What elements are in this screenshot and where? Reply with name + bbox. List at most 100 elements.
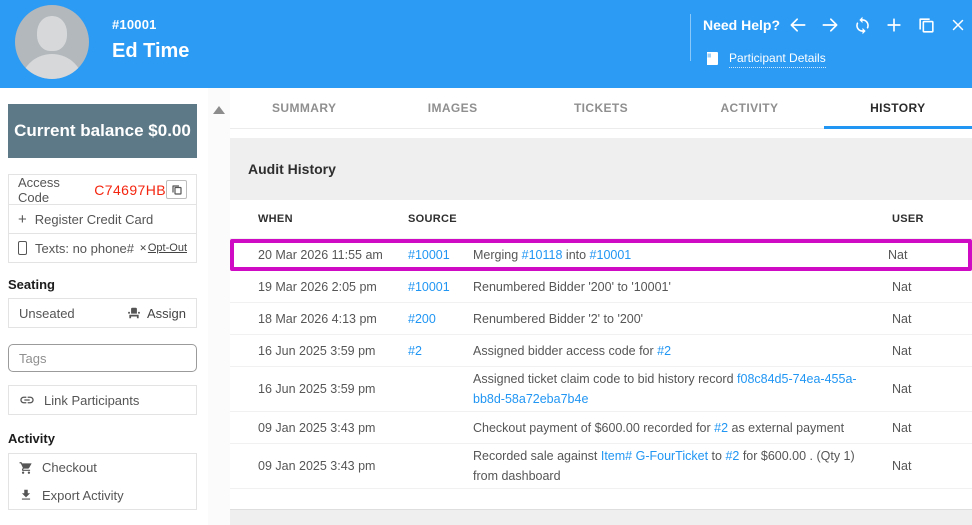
tab-label: ACTIVITY [720,101,778,115]
row-user: Nat [892,459,962,473]
current-balance-badge: Current balance $0.00 [8,104,197,158]
header-nav-icons [788,15,972,35]
download-icon [19,488,33,502]
tags-input[interactable] [8,344,197,372]
row-description: Recorded sale against Item# G-FourTicket… [473,446,892,486]
row-when: 09 Jan 2025 3:43 pm [258,421,408,435]
description-link[interactable]: Item# G-FourTicket [601,449,708,463]
add-icon[interactable] [884,15,904,35]
participant-number: #10001 [112,17,189,32]
avatar-head [37,16,67,51]
description-link[interactable]: #10118 [522,248,563,262]
access-code-value: C74697HB [94,182,166,198]
avatar-shoulders [20,54,84,79]
row-when: 19 Mar 2026 2:05 pm [258,280,408,294]
table-row: 09 Jan 2025 3:43 pm Checkout payment of … [230,412,972,444]
description-link[interactable]: #2 [657,344,671,358]
description-link[interactable]: #2 [714,421,728,435]
checkout-button[interactable]: Checkout [8,453,197,482]
assign-seat-button[interactable]: Assign [127,306,186,321]
source-link[interactable]: #10001 [408,280,450,294]
table-row: 18 Mar 2026 4:13 pm #200 Renumbered Bidd… [230,303,972,335]
scroll-up-arrow-icon[interactable] [213,106,225,114]
tab-label: IMAGES [428,101,478,115]
forward-arrow-icon[interactable] [820,15,840,35]
description-text: Merging [473,248,522,262]
tab-summary[interactable]: SUMMARY [230,88,378,128]
texts-row: Texts: no phone# ✕ Opt-Out [9,233,196,262]
sidebar-scrollbar[interactable] [208,88,230,525]
row-source: #10001 [408,248,473,262]
row-when: 09 Jan 2025 3:43 pm [258,459,408,473]
book-icon [706,52,718,68]
description-text: Renumbered Bidder '200' to '10001' [473,280,671,294]
source-link[interactable]: #200 [408,312,436,326]
register-credit-card-label: Register Credit Card [35,212,154,227]
tab-label: HISTORY [870,101,925,115]
row-user: Nat [892,312,962,326]
avatar [15,5,89,79]
col-header-when: WHEN [258,213,408,225]
tab-tickets[interactable]: TICKETS [527,88,675,128]
description-text: Renumbered Bidder '2' to '200' [473,312,643,326]
table-row: 19 Mar 2026 2:05 pm #10001 Renumbered Bi… [230,271,972,303]
description-text: Assigned ticket claim code to bid histor… [473,372,737,386]
description-link[interactable]: #10001 [590,248,632,262]
description-text: into [562,248,589,262]
export-activity-button[interactable]: Export Activity [8,481,197,510]
audit-history-table: WHEN SOURCE USER 20 Mar 2026 11:55 am #1… [230,200,972,510]
description-text: to [708,449,725,463]
row-description: Renumbered Bidder '200' to '10001' [473,277,892,297]
seat-icon [127,306,141,320]
seating-status: Unseated [19,306,75,321]
tab-bar: SUMMARY IMAGES TICKETS ACTIVITY HISTORY [230,88,972,129]
source-link[interactable]: #10001 [408,248,450,262]
row-when: 16 Jun 2025 3:59 pm [258,382,408,396]
page-title: Ed Time [112,40,189,63]
row-description: Merging #10118 into #10001 [473,245,888,265]
row-user: Nat [888,248,958,262]
row-when: 16 Jun 2025 3:59 pm [258,344,408,358]
link-participants-button[interactable]: Link Participants [8,385,197,415]
participant-details-link[interactable]: Participant Details [729,51,826,68]
tabs-card: SUMMARY IMAGES TICKETS ACTIVITY HISTORY [230,88,972,138]
back-arrow-icon[interactable] [788,15,808,35]
row-source: #10001 [408,280,473,294]
copy-window-icon[interactable] [916,15,936,35]
tab-label: TICKETS [574,101,628,115]
register-credit-card-button[interactable]: + Register Credit Card [9,204,196,233]
close-icon[interactable] [948,15,968,35]
sync-icon[interactable] [852,15,872,35]
row-description: Checkout payment of $600.00 recorded for… [473,418,892,438]
phone-icon [18,241,27,255]
row-description: Renumbered Bidder '2' to '200' [473,309,892,329]
opt-out-link[interactable]: ✕ Opt-Out [139,242,187,254]
row-description: Assigned ticket claim code to bid histor… [473,369,892,409]
participant-info-stack: Access Code C74697HB + Register Credit C… [8,174,197,263]
need-help-link[interactable]: Need Help? [703,17,780,33]
opt-out-label: Opt-Out [148,242,187,254]
row-description: Assigned bidder access code for #2 [473,341,892,361]
access-code-row: Access Code C74697HB [9,175,196,204]
row-source: #2 [408,344,473,358]
tab-images[interactable]: IMAGES [378,88,526,128]
assign-label: Assign [147,306,186,321]
row-user: Nat [892,421,962,435]
tab-activity[interactable]: ACTIVITY [675,88,823,128]
description-text: Recorded sale against [473,449,601,463]
description-text: Checkout payment of $600.00 recorded for [473,421,714,435]
tab-history[interactable]: HISTORY [824,88,972,128]
section-heading: Audit History [230,138,972,200]
row-user: Nat [892,382,962,396]
cart-icon [19,461,33,475]
row-source: #200 [408,312,473,326]
copy-access-code-button[interactable] [166,180,187,199]
description-text: Assigned bidder access code for [473,344,657,358]
source-link[interactable]: #2 [408,344,422,358]
description-link[interactable]: #2 [725,449,739,463]
activity-heading: Activity [8,431,55,446]
access-code-label: Access Code [18,175,87,205]
table-row: 20 Mar 2026 11:55 am #10001 Merging #101… [230,239,972,271]
sidebar: Current balance $0.00 Access Code C74697… [0,88,208,525]
table-header-row: WHEN SOURCE USER [230,200,972,239]
